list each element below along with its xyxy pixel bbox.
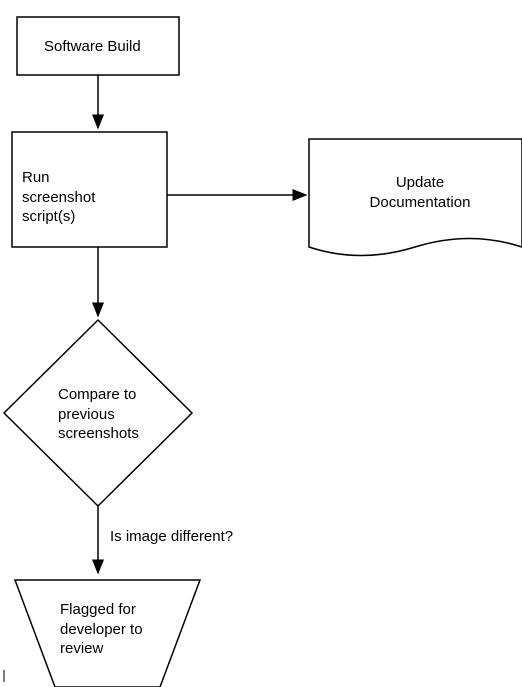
label-update-documentation: Update Documentation bbox=[365, 173, 475, 212]
label-flagged: Flagged for developer to review bbox=[60, 600, 143, 659]
label-decision-question: Is image different? bbox=[110, 527, 233, 547]
flowchart-canvas bbox=[0, 0, 522, 687]
label-run-scripts: Run screenshot script(s) bbox=[22, 168, 95, 227]
label-software-build: Software Build bbox=[44, 37, 141, 57]
label-compare: Compare to previous screenshots bbox=[58, 385, 139, 444]
